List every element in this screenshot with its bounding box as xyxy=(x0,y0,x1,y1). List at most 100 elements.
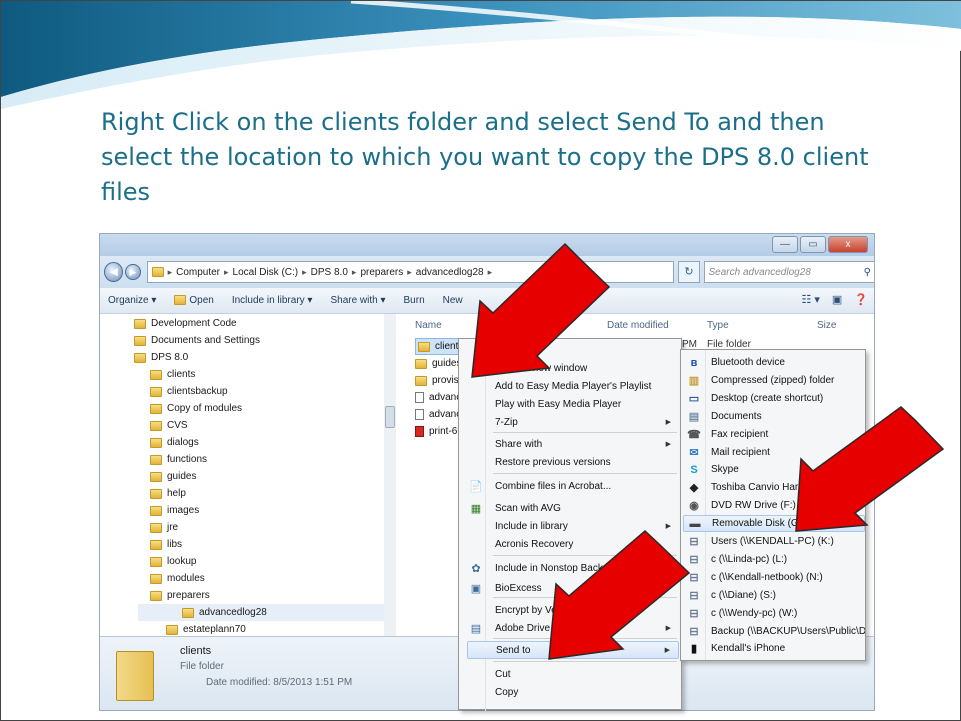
nav-scrollbar[interactable] xyxy=(384,314,396,636)
tree-item-images[interactable]: images xyxy=(150,502,199,519)
tree-item-modules[interactable]: modules xyxy=(150,570,205,587)
menu-item-acronis-recovery[interactable]: Acronis Recovery xyxy=(467,535,679,553)
tree-item-help[interactable]: help xyxy=(150,485,186,502)
send-to-item-toshiba-canvio-hard-d[interactable]: ◆ Toshiba Canvio Hard D xyxy=(683,479,865,496)
send-to-item-bluetooth-device[interactable]: ʙ Bluetooth device xyxy=(683,354,865,371)
include-in-library-button[interactable]: Include in library ▾ xyxy=(232,295,313,306)
share-with-button[interactable]: Share with ▾ xyxy=(330,295,385,306)
menu-item-send-to[interactable]: Send to ▶ xyxy=(467,641,679,659)
tree-item-guides[interactable]: guides xyxy=(150,468,196,485)
send-to-item-desktop-create-shortcut[interactable]: ▭ Desktop (create shortcut) xyxy=(683,390,865,407)
tree-item-advancedlog28[interactable]: advancedlog28 xyxy=(138,604,384,621)
close-button[interactable]: x xyxy=(828,236,868,253)
menu-item-label: Adobe Drive xyxy=(495,622,551,634)
file-row-print-69[interactable]: print-69 xyxy=(415,423,463,440)
menu-item-include-in-library[interactable]: Include in library ▶ xyxy=(467,517,679,535)
send-to-item-label: Removable Disk (G:) xyxy=(712,518,805,530)
menu-separator xyxy=(493,555,677,556)
send-to-item-skype[interactable]: S Skype xyxy=(683,461,865,478)
document-icon xyxy=(415,409,424,420)
tree-item-documents-and-settings[interactable]: Documents and Settings xyxy=(134,332,260,349)
tree-item-libs[interactable]: libs xyxy=(150,536,182,553)
send-to-item-removable-disk-g[interactable]: ▬ Removable Disk (G:) xyxy=(683,515,865,533)
breadcrumb-local-disk[interactable]: Local Disk (C:) xyxy=(233,267,299,278)
menu-item-share-with[interactable]: Share with ▶ xyxy=(467,435,679,453)
tree-item-functions[interactable]: functions xyxy=(150,451,207,468)
send-to-item-label: Toshiba Canvio Hard D xyxy=(711,482,814,494)
menu-item-restore-previous-versions[interactable]: Restore previous versions xyxy=(467,453,679,471)
send-to-item-backup-backup-users-public-doc[interactable]: ⊟ Backup (\\BACKUP\Users\Public\Doc xyxy=(683,623,865,640)
send-to-item-label: Compressed (zipped) folder xyxy=(711,374,835,386)
send-to-item-label: c (\\Kendall-netbook) (N:) xyxy=(711,571,823,583)
tree-item-lookup[interactable]: lookup xyxy=(150,553,196,570)
menu-item-play-with-easy-media-player[interactable]: Play with Easy Media Player xyxy=(467,395,679,413)
maximize-button[interactable]: ▭ xyxy=(800,236,826,253)
tree-item-clients[interactable]: clients xyxy=(150,366,195,383)
scroll-thumb[interactable] xyxy=(385,406,395,428)
breadcrumb-computer[interactable]: Computer xyxy=(176,267,220,278)
breadcrumb-dps[interactable]: DPS 8.0 xyxy=(311,267,348,278)
tree-item-clientsbackup[interactable]: clientsbackup xyxy=(150,383,228,400)
send-to-item-documents[interactable]: ▤ Documents xyxy=(683,408,865,425)
tree-item-label: Development Code xyxy=(151,318,237,329)
tree-item-copy-of-modules[interactable]: Copy of modules xyxy=(150,400,242,417)
menu-item-label: Encrypt by Verif xyxy=(495,604,566,616)
send-to-item-kendall-s-iphone[interactable]: ▮ Kendall's iPhone xyxy=(683,640,865,657)
file-row-guides[interactable]: guides xyxy=(415,355,461,372)
tree-item-preparers[interactable]: preparers xyxy=(150,587,210,604)
column-size[interactable]: Size xyxy=(817,320,836,331)
refresh-button[interactable]: ↻ xyxy=(678,261,700,283)
menu-item-open[interactable]: Open xyxy=(467,341,679,359)
open-button[interactable]: Open xyxy=(174,295,214,306)
address-bar[interactable]: ▸ Computer ▸ Local Disk (C:) ▸ DPS 8.0 ▸… xyxy=(146,261,675,283)
send-to-item-label: Users (\\KENDALL-PC) (K:) xyxy=(711,536,834,547)
menu-item-open-in-new-window[interactable]: Open in new window xyxy=(467,359,679,377)
chevron-right-icon: ▸ xyxy=(407,266,412,277)
menu-item-label: Include in Nonstop Backup xyxy=(495,562,614,574)
menu-item-bioexcess[interactable]: ▣ BioExcess xyxy=(467,579,679,597)
tree-item-dps-8-0[interactable]: DPS 8.0 xyxy=(134,349,188,366)
column-name[interactable]: Name xyxy=(415,320,442,331)
tree-item-label: functions xyxy=(167,454,208,465)
menu-item-7-zip[interactable]: 7-Zip ▶ xyxy=(467,413,679,431)
tree-item-jre[interactable]: jre xyxy=(150,519,178,536)
menu-item-copy[interactable]: Copy xyxy=(467,683,679,701)
send-to-item-fax-recipient[interactable]: ☎ Fax recipient xyxy=(683,426,865,443)
menu-item-include-in-nonstop-backup[interactable]: ✿ Include in Nonstop Backup xyxy=(467,559,679,577)
breadcrumb-advancedlog28[interactable]: advancedlog28 xyxy=(416,267,484,278)
send-to-item-c-kendall-netbook-n[interactable]: ⊟ c (\\Kendall-netbook) (N:) xyxy=(683,569,865,586)
menu-separator xyxy=(493,661,677,662)
send-to-item-users-kendall-pc-k[interactable]: ⊟ Users (\\KENDALL-PC) (K:) xyxy=(683,533,865,550)
send-to-item-c-diane-s[interactable]: ⊟ c (\\Diane) (S:) xyxy=(683,587,865,604)
view-options-icon[interactable]: ☷ ▾ xyxy=(801,293,819,306)
forward-button[interactable]: ▶ xyxy=(125,264,141,280)
new-folder-button[interactable]: New xyxy=(443,295,463,306)
dvd-drive-icon: ◉ xyxy=(689,500,699,513)
menu-item-cut[interactable]: Cut xyxy=(467,665,679,683)
column-date-modified[interactable]: Date modified xyxy=(607,320,669,331)
burn-button[interactable]: Burn xyxy=(404,295,425,306)
tree-item-dialogs[interactable]: dialogs xyxy=(150,434,199,451)
organize-button[interactable]: Organize ▾ xyxy=(108,295,156,306)
send-to-item-compressed-zipped-folder[interactable]: ▥ Compressed (zipped) folder xyxy=(683,372,865,389)
search-input[interactable]: Search advancedlog28 ⚲ xyxy=(703,261,874,283)
preview-pane-icon[interactable]: ▣ xyxy=(832,293,842,306)
send-to-item-c-linda-pc-l[interactable]: ⊟ c (\\Linda-pc) (L:) xyxy=(683,551,865,568)
send-to-item-dvd-rw-drive-f[interactable]: ◉ DVD RW Drive (F:) xyxy=(683,497,865,514)
tree-item-cvs[interactable]: CVS xyxy=(150,417,188,434)
tree-item-label: help xyxy=(167,488,186,499)
menu-item-combine-files-in-acrobat[interactable]: 📄 Combine files in Acrobat... xyxy=(467,477,679,495)
tree-item-development-code[interactable]: Development Code xyxy=(134,315,237,332)
send-to-item-mail-recipient[interactable]: ✉ Mail recipient xyxy=(683,444,865,461)
breadcrumb-preparers[interactable]: preparers xyxy=(360,267,403,278)
menu-item-encrypt-by-verif[interactable]: Encrypt by Verif xyxy=(467,601,679,619)
minimize-button[interactable]: — xyxy=(772,236,798,253)
menu-item-add-to-easy-media-player-s-playlist[interactable]: Add to Easy Media Player's Playlist xyxy=(467,377,679,395)
menu-item-scan-with-avg[interactable]: ▦ Scan with AVG xyxy=(467,499,679,517)
send-to-item-c-wendy-pc-w[interactable]: ⊟ c (\\Wendy-pc) (W:) xyxy=(683,605,865,622)
menu-item-adobe-drive[interactable]: ▤ Adobe Drive ▶ xyxy=(467,619,679,637)
column-type[interactable]: Type xyxy=(707,320,729,331)
help-icon[interactable]: ❓ xyxy=(854,293,868,306)
tree-item-estateplann70[interactable]: estateplann70 xyxy=(166,621,246,636)
back-button[interactable]: ◀ xyxy=(104,262,124,282)
